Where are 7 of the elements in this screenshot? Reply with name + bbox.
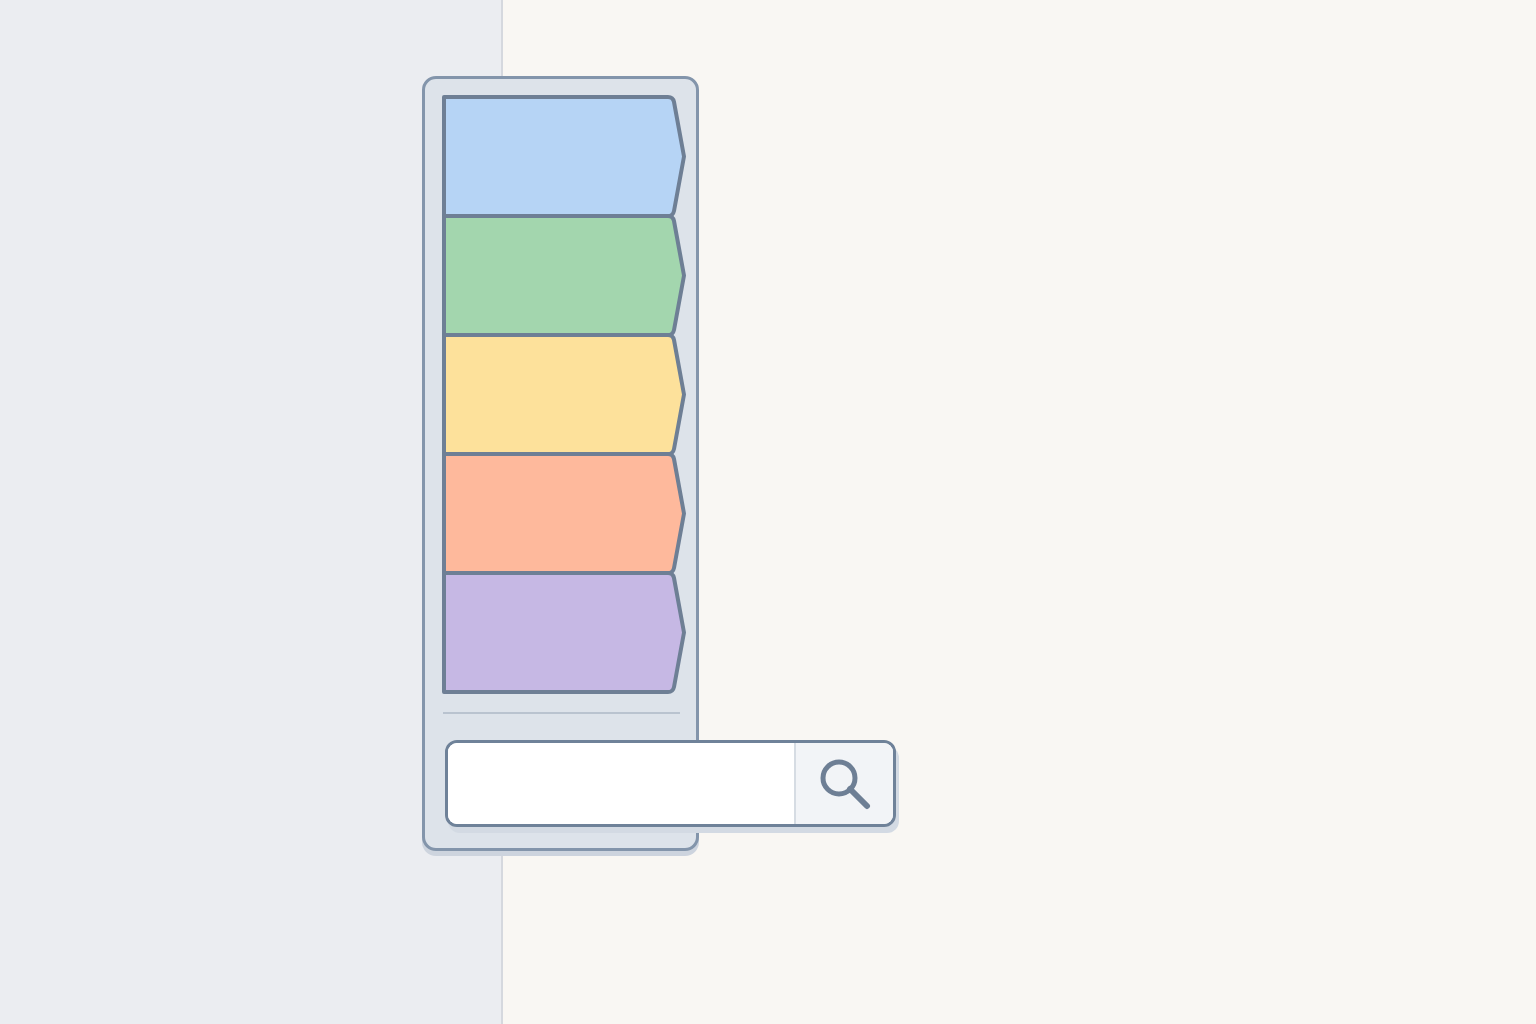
color-tab[interactable]: [442, 452, 686, 575]
color-tab[interactable]: [442, 214, 686, 337]
color-tab[interactable]: [442, 95, 686, 218]
color-tab[interactable]: [442, 571, 686, 694]
search-icon: [818, 757, 871, 810]
color-tab[interactable]: [442, 333, 686, 456]
search-button[interactable]: [794, 743, 893, 824]
